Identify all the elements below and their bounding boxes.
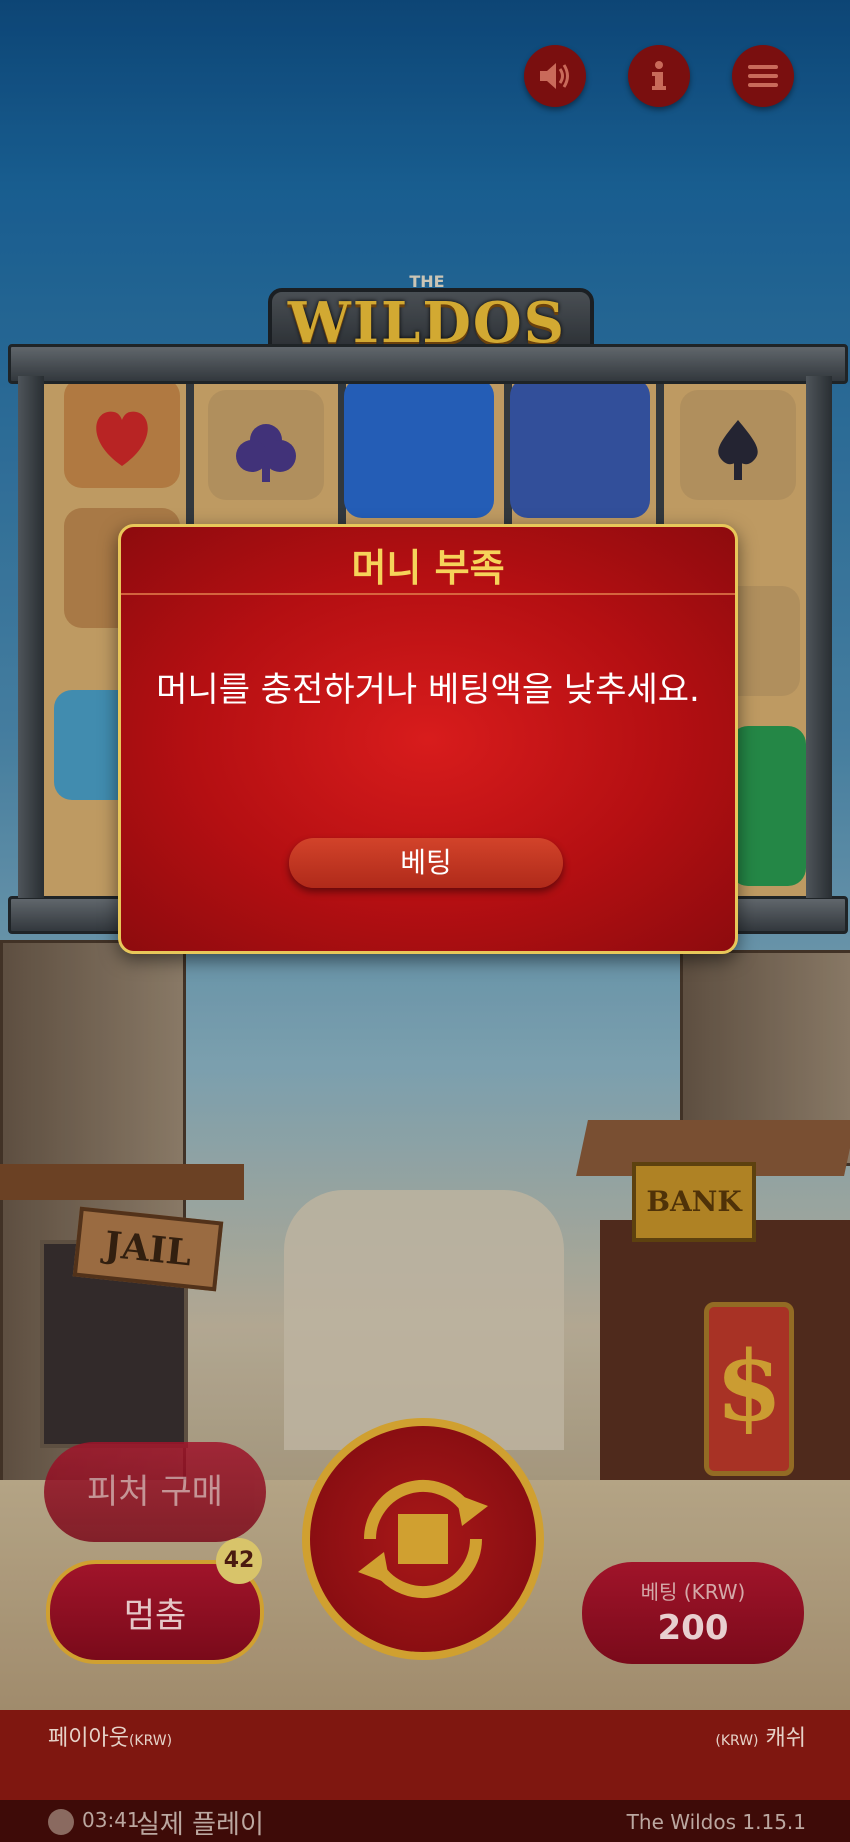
session-time: 03:41 bbox=[82, 1808, 140, 1832]
payout-unit: (KRW) bbox=[128, 1733, 173, 1749]
dialog-divider bbox=[121, 593, 735, 595]
cash-label: (KRW) 캐쉬 bbox=[715, 1720, 806, 1752]
clock-icon bbox=[48, 1809, 74, 1835]
bet-label: 베팅 (KRW) bbox=[640, 1580, 746, 1604]
spin-button[interactable] bbox=[302, 1418, 544, 1660]
feature-buy-button[interactable]: 피처 구매 bbox=[44, 1442, 266, 1542]
dialog-title: 머니 부족 bbox=[351, 546, 505, 590]
autoplay-count-badge: 42 bbox=[216, 1538, 262, 1584]
game-version: The Wildos 1.15.1 bbox=[626, 1810, 806, 1834]
info-icon bbox=[652, 61, 666, 90]
dialog-message: 머니를 충전하거나 베팅액을 낮추세요. bbox=[156, 670, 700, 710]
info-button[interactable] bbox=[628, 45, 690, 107]
insufficient-funds-dialog: 머니 부족 머니를 충전하거나 베팅액을 낮추세요. 베팅 bbox=[118, 524, 738, 954]
cash-label-text: 캐쉬 bbox=[765, 1726, 806, 1751]
bet-value: 200 bbox=[657, 1608, 729, 1648]
menu-button[interactable] bbox=[732, 45, 794, 107]
hamburger-menu-icon bbox=[748, 65, 778, 87]
bet-amount-button[interactable]: 베팅 (KRW) 200 bbox=[582, 1562, 804, 1664]
payout-label-text: 페이아웃 bbox=[48, 1726, 129, 1751]
cash-unit: (KRW) bbox=[715, 1733, 759, 1749]
payout-label: 페이아웃(KRW) bbox=[48, 1720, 172, 1752]
speaker-icon bbox=[540, 63, 569, 89]
sound-button[interactable] bbox=[524, 45, 586, 107]
bet-dialog-button[interactable]: 베팅 bbox=[289, 838, 563, 888]
play-mode: 실제 플레이 bbox=[136, 1810, 264, 1840]
spin-stop-icon bbox=[358, 1480, 488, 1598]
